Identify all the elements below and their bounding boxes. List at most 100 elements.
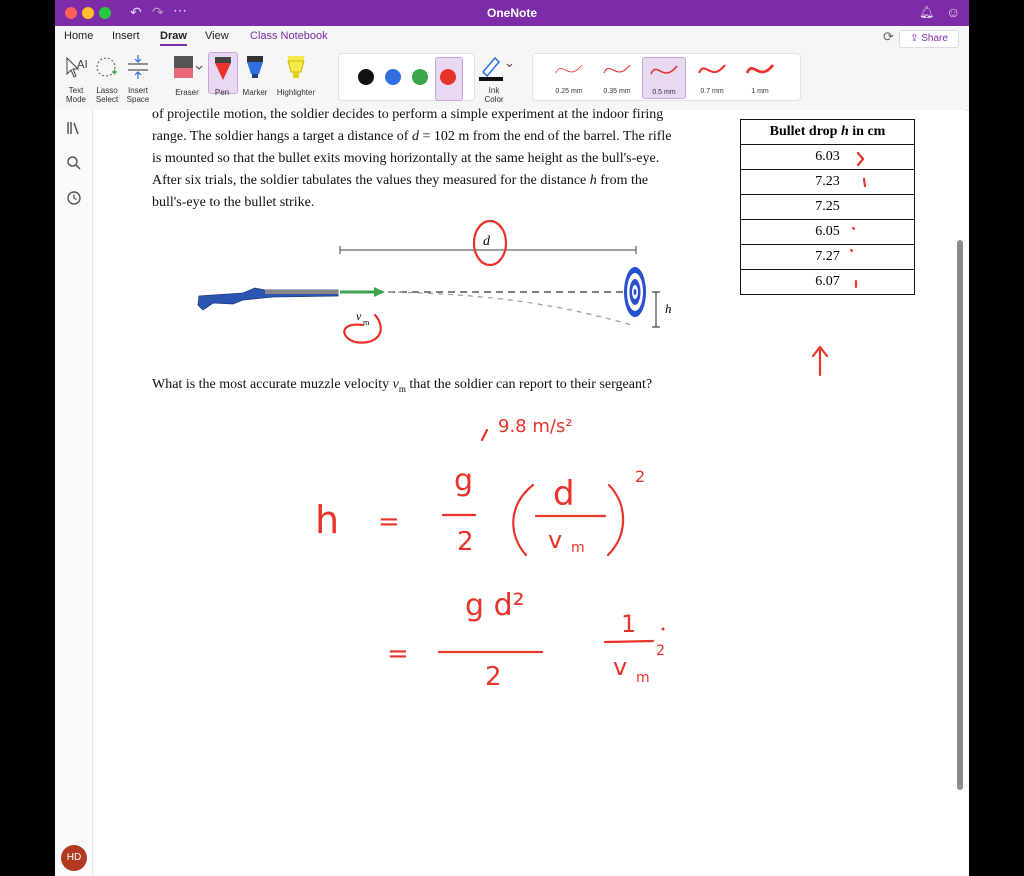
stroke-sample-icon xyxy=(555,64,583,74)
sync-icon[interactable]: ⟳ xyxy=(883,29,894,45)
ink-square: 2 xyxy=(656,643,665,659)
thickness-label: 0.25 mm xyxy=(555,88,583,95)
thickness-label: 0.35 mm xyxy=(603,88,631,95)
highlighter-button[interactable]: Highlighter xyxy=(274,52,318,108)
ink-d: d xyxy=(553,474,575,514)
tab-view[interactable]: View xyxy=(205,30,229,42)
vertical-scrollbar[interactable] xyxy=(957,240,963,790)
ink-tick xyxy=(856,151,865,167)
marker-button[interactable]: Marker xyxy=(241,52,269,108)
search-icon[interactable] xyxy=(66,155,82,171)
highlighter-yellow-icon xyxy=(287,56,305,78)
ink-tick xyxy=(851,226,856,231)
left-navigation: HD xyxy=(55,110,93,876)
share-label: Share xyxy=(921,33,948,44)
notebooks-icon[interactable] xyxy=(66,120,82,136)
ink-vm-sub: m xyxy=(571,540,585,556)
thickness-0-7mm[interactable]: 0.7 mm xyxy=(691,57,733,97)
ink-equals: = xyxy=(378,507,400,537)
stroke-sample-icon xyxy=(698,64,726,74)
ink-square: 2 xyxy=(635,467,645,486)
ink-g-value: 9.8 m/s² xyxy=(498,416,573,437)
ink-h: h xyxy=(315,498,339,542)
ink-g: g xyxy=(454,463,473,498)
ink-equals: = xyxy=(387,639,409,669)
color-red-swatch[interactable] xyxy=(440,69,456,85)
target-bullseye-icon xyxy=(624,267,646,317)
share-button[interactable]: ⇪ Share xyxy=(899,30,959,48)
ink-vm-sub: m xyxy=(636,670,650,686)
color-black-swatch[interactable] xyxy=(358,69,374,85)
ink-two: 2 xyxy=(457,527,474,557)
drawing-canvas: d v m h 9.8 m/s² h = g 2 d v m 2 = g d² … xyxy=(197,151,867,692)
stroke-sample-icon xyxy=(650,65,678,75)
color-green-swatch[interactable] xyxy=(412,69,428,85)
pen-label: Pen xyxy=(214,88,230,97)
stroke-sample-icon xyxy=(745,64,775,74)
tab-insert[interactable]: Insert xyxy=(112,30,140,42)
ink-up-arrow xyxy=(811,345,829,377)
tab-home[interactable]: Home xyxy=(64,30,93,42)
ink-vm: v xyxy=(613,653,627,681)
eraser-icon xyxy=(174,56,203,78)
color-blue-swatch[interactable] xyxy=(385,69,401,85)
figure-d-label: d xyxy=(483,234,491,249)
tab-draw[interactable]: Draw xyxy=(160,30,187,46)
ink-dot xyxy=(661,627,665,631)
lasso-select-label: Lasso Select xyxy=(95,86,119,104)
insert-space-button[interactable]: Insert Space xyxy=(123,52,153,108)
text-mode-icon: AI xyxy=(66,56,88,78)
handwritten-ink: 9.8 m/s² h = g 2 d v m 2 = g d² 2 1 v m … xyxy=(315,151,867,692)
eraser-button[interactable]: Eraser xyxy=(170,52,204,108)
onenote-window: ↶ ↷ ⋯ OneNote 🔔︎ ☺ Home Insert Draw View… xyxy=(55,0,969,876)
rifle-figure: d v m h xyxy=(197,234,672,328)
svg-text:AI: AI xyxy=(77,58,88,71)
thickness-label: 0.7 mm xyxy=(700,88,724,95)
title-bar: ↶ ↷ ⋯ OneNote 🔔︎ ☺ xyxy=(55,0,969,26)
thickness-0-35mm[interactable]: 0.35 mm xyxy=(596,57,638,97)
ink-two: 2 xyxy=(485,662,502,692)
ink-color-label: Ink Color xyxy=(484,86,504,104)
ink-paren-right xyxy=(606,483,625,557)
marker-blue-icon xyxy=(247,56,263,78)
stroke-sample-icon xyxy=(603,64,631,74)
thickness-1mm[interactable]: 1 mm xyxy=(739,57,781,97)
figure-h-label: h xyxy=(665,301,672,316)
thickness-0-5mm[interactable]: 0.5 mm xyxy=(642,57,686,99)
ink-tick xyxy=(849,248,854,253)
insert-space-icon xyxy=(128,55,148,79)
thickness-label: 1 mm xyxy=(751,88,769,95)
highlighter-label: Highlighter xyxy=(276,88,316,97)
text-mode-label: Text Mode xyxy=(65,86,86,104)
ink-vm: v xyxy=(548,526,562,554)
text-mode-button[interactable]: AI Text Mode xyxy=(61,52,91,108)
share-icon: ⇪ xyxy=(910,33,922,44)
recent-clock-icon[interactable] xyxy=(66,190,82,206)
ink-thickness-group: 0.25 mm 0.35 mm 0.5 mm 0.7 mm 1 mm xyxy=(532,53,801,101)
tab-class-notebook[interactable]: Class Notebook xyxy=(250,30,328,42)
insert-space-label: Insert Space xyxy=(126,86,150,104)
ribbon-tabs: Home Insert Draw View Class Notebook ⟳ ⇪… xyxy=(55,26,969,48)
thickness-0-25mm[interactable]: 0.25 mm xyxy=(548,57,590,97)
pen-red-icon xyxy=(215,57,231,80)
figure-v-sub: m xyxy=(363,318,370,327)
ink-color-swatches xyxy=(338,53,475,101)
ink-tick xyxy=(862,177,867,188)
app-title: OneNote xyxy=(486,6,537,20)
note-page[interactable]: of projectile motion, the soldier decide… xyxy=(93,107,965,876)
thickness-label: 0.5 mm xyxy=(652,89,676,96)
lasso-select-button[interactable]: Lasso Select xyxy=(92,52,122,108)
ink-one: 1 xyxy=(621,610,636,638)
draw-ribbon: AI Text Mode Lasso Select Insert Space E… xyxy=(55,48,969,111)
ink-gd2: g d² xyxy=(465,588,525,623)
user-avatar[interactable]: HD xyxy=(61,845,87,871)
figure-v-label: v xyxy=(356,309,362,323)
lasso-icon xyxy=(96,57,117,77)
marker-label: Marker xyxy=(242,88,268,97)
eraser-label: Eraser xyxy=(175,88,199,97)
ink-paren-left xyxy=(512,483,535,557)
ink-color-button[interactable]: Ink Color xyxy=(475,52,513,108)
ink-fraction-bar xyxy=(603,639,655,644)
bell-icon[interactable]: 🔔︎ xyxy=(919,5,934,19)
smiley-feedback-icon[interactable]: ☺ xyxy=(946,4,960,20)
